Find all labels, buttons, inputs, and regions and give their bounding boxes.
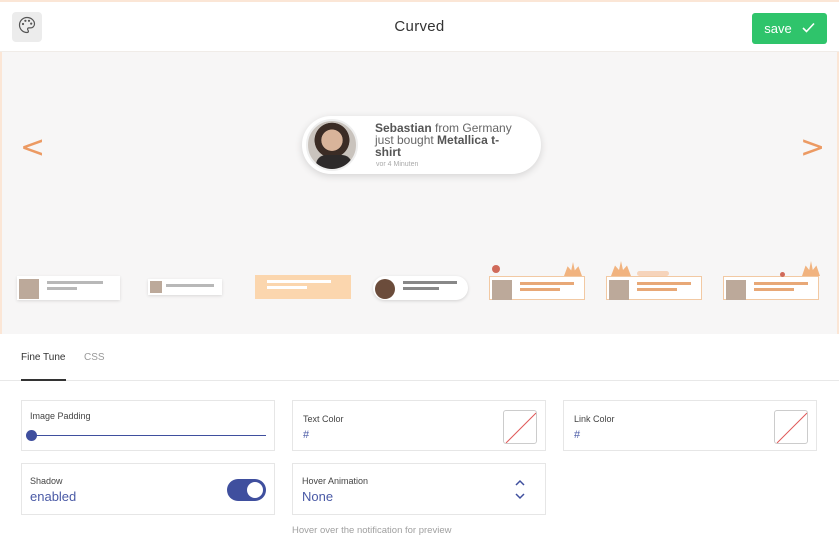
template-thumb-3[interactable] <box>255 275 351 299</box>
text-color-swatch[interactable] <box>503 410 537 444</box>
shadow-label: Shadow <box>30 476 63 486</box>
shadow-value: enabled <box>30 489 77 504</box>
preview-area: < > Sebastian from Germany just bought M… <box>0 52 839 334</box>
tab-fine-tune[interactable]: Fine Tune <box>21 352 65 363</box>
settings-tabs: Fine Tune CSS <box>0 334 839 381</box>
template-thumb-7[interactable] <box>723 261 820 300</box>
link-color-swatch[interactable] <box>774 410 808 444</box>
shadow-toggle[interactable] <box>227 479 266 501</box>
notification-time: vor 4 Minuten <box>376 161 419 168</box>
check-icon <box>802 21 815 36</box>
link-color-value[interactable]: # <box>574 429 580 441</box>
text-color-value[interactable]: # <box>303 429 309 441</box>
hover-animation-stepper[interactable] <box>513 476 527 506</box>
template-thumb-6[interactable] <box>606 261 702 300</box>
notification-message: Sebastian from Germany just bought Metal… <box>375 122 525 158</box>
prev-arrow[interactable]: < <box>20 130 45 165</box>
active-tab-indicator <box>21 379 66 381</box>
hover-animation-label: Hover Animation <box>302 476 369 486</box>
save-button[interactable]: save <box>752 13 827 44</box>
image-padding-label: Image Padding <box>30 411 91 421</box>
image-padding-slider-handle[interactable] <box>26 430 37 441</box>
link-color-label: Link Color <box>574 414 615 424</box>
save-label: save <box>764 21 792 36</box>
hover-animation-card: Hover Animation None <box>292 463 546 515</box>
hover-animation-value[interactable]: None <box>302 489 333 504</box>
top-bar: Curved save <box>0 0 839 52</box>
image-padding-slider[interactable] <box>32 435 266 436</box>
page-title: Curved <box>394 18 445 35</box>
next-arrow[interactable]: > <box>800 130 825 165</box>
preview-hint: Hover over the notification for preview <box>292 525 452 536</box>
text-color-card: Text Color # <box>292 400 546 451</box>
image-padding-card: Image Padding <box>21 400 275 451</box>
text-color-label: Text Color <box>303 414 344 424</box>
notification-preview[interactable]: Sebastian from Germany just bought Metal… <box>302 116 541 174</box>
template-thumb-5[interactable] <box>489 262 585 300</box>
template-thumb-1[interactable] <box>17 276 120 300</box>
shadow-card: Shadow enabled <box>21 463 275 515</box>
notification-avatar <box>306 119 358 171</box>
tab-css[interactable]: CSS <box>84 352 105 363</box>
template-thumb-2[interactable] <box>148 279 222 295</box>
template-thumb-4[interactable] <box>373 276 468 300</box>
link-color-card: Link Color # <box>563 400 817 451</box>
